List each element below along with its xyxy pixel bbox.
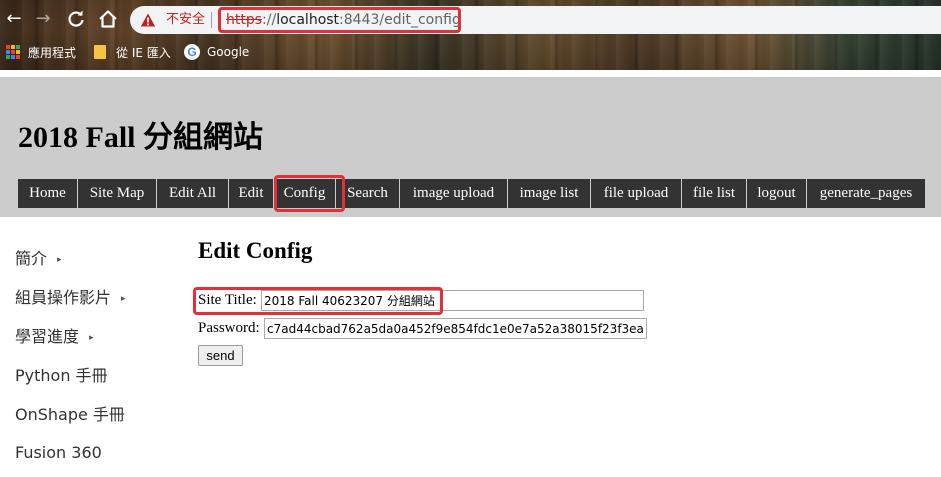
google-icon: G [184,44,200,60]
sidebar-item-progress[interactable]: 學習進度 ▸ [15,322,94,352]
reload-button[interactable] [65,8,87,30]
forward-arrow-icon: → [35,8,51,29]
bookmark-ie-import[interactable]: 從 IE 匯入 [94,40,171,64]
menu-edit-all[interactable]: Edit All [157,179,229,208]
back-button[interactable]: ← [3,8,25,30]
menu-site-map[interactable]: Site Map [78,179,157,208]
forward-button[interactable]: → [32,8,54,30]
site-title-highlight-box [193,287,443,315]
back-arrow-icon: ← [6,8,22,29]
home-button[interactable] [97,8,119,30]
menu-search[interactable]: Search [336,179,400,208]
home-icon [99,10,117,28]
menu-logout[interactable]: logout [747,179,807,208]
caret-right-icon: ▸ [89,332,94,343]
sidebar-item-python-manual[interactable]: Python 手冊 [15,361,108,391]
config-highlight-box [274,175,345,212]
bookmark-label: Google [207,45,250,59]
menu-generate-pages[interactable]: generate_pages [807,179,925,208]
apps-icon [6,45,20,59]
bookmark-label: 從 IE 匯入 [116,45,171,60]
address-divider [211,12,212,28]
sidebar-item-intro[interactable]: 簡介 ▸ [15,244,62,274]
sidebar-item-label: 組員操作影片 [15,288,112,307]
page-heading: Edit Config [198,238,313,263]
password-label: Password: [198,320,260,336]
sidebar-item-onshape-manual[interactable]: OnShape 手冊 [15,400,125,430]
menu-image-list[interactable]: image list [508,179,591,208]
sidebar-item-label: 簡介 [15,249,48,268]
main-menu: Home Site Map Edit All Edit Config Searc… [18,179,925,208]
menu-edit[interactable]: Edit [229,179,274,208]
security-status-label[interactable]: 不安全 [166,12,205,28]
menu-file-list[interactable]: file list [682,179,747,208]
folder-icon [94,45,106,59]
sidebar-item-label: 學習進度 [15,327,80,346]
site-title: 2018 Fall 分組網站 [18,121,263,154]
reload-icon [68,10,84,27]
send-button[interactable]: send [198,345,243,366]
bookmark-apps[interactable]: 應用程式 [6,40,76,64]
address-bar[interactable]: 不安全 https://localhost:8443/edit_config [130,6,941,34]
warning-icon [140,13,156,27]
sidebar-item-member-videos[interactable]: 組員操作影片 ▸ [15,283,126,313]
bookmark-google[interactable]: G Google [184,40,249,64]
caret-right-icon: ▸ [57,254,62,265]
caret-right-icon: ▸ [121,293,126,304]
url-highlight-box [218,7,461,33]
menu-file-upload[interactable]: file upload [591,179,682,208]
menu-home[interactable]: Home [18,179,78,208]
menu-image-upload[interactable]: image upload [400,179,508,208]
sidebar-item-fusion-360[interactable]: Fusion 360 [15,438,102,468]
password-input[interactable] [264,318,647,339]
bookmark-label: 應用程式 [28,45,77,60]
